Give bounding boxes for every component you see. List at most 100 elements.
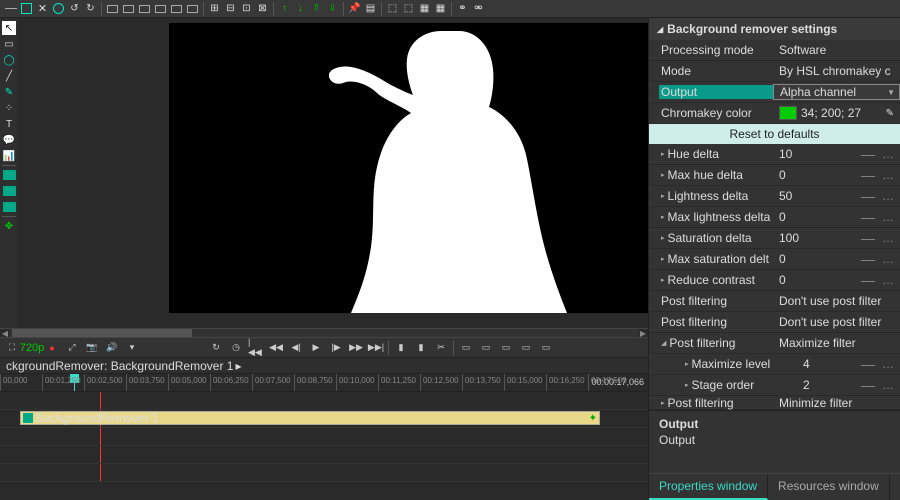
prop-post-filtering[interactable]: ◢Post filteringMaximize filter [649, 333, 900, 354]
prop-post-filtering[interactable]: Post filteringDon't use post filter [649, 291, 900, 312]
camera-icon[interactable]: 📷 [84, 340, 100, 356]
align-right-icon[interactable] [137, 1, 152, 16]
pen-tool-icon[interactable]: ✎ [2, 85, 16, 99]
dropdown-icon[interactable]: ▼ [887, 88, 895, 97]
next-icon[interactable]: ▶▶ [348, 340, 364, 356]
group-icon[interactable]: ⬚ [385, 1, 400, 16]
mark-out-icon[interactable]: ▮ [413, 340, 429, 356]
prop-max-lightness-delta[interactable]: ▸Max lightness delta0—… [649, 207, 900, 228]
dist-c-icon[interactable]: ⊡ [239, 1, 254, 16]
circle-tool-icon[interactable]: ◯ [2, 53, 16, 67]
tool-dash-icon[interactable] [3, 1, 18, 16]
grid2-icon[interactable]: ▦ [433, 1, 448, 16]
breadcrumb[interactable]: ckgroundRemover: BackgroundRemover 1▸ [0, 358, 648, 374]
arrow-up2-icon[interactable]: ⇑ [309, 1, 324, 16]
timeline-clip[interactable]: BackgroundRemover 1 ✦ [20, 411, 600, 425]
link-icon[interactable]: ⚭ [455, 1, 470, 16]
prop-reduce-contrast[interactable]: ▸Reduce contrast0—… [649, 270, 900, 291]
t4-icon[interactable]: ▭ [518, 340, 534, 356]
t1-icon[interactable]: ▭ [458, 340, 474, 356]
preview-scrollbar[interactable]: ◀ ▶ [0, 328, 648, 338]
line-tool-icon[interactable]: ╱ [2, 69, 16, 83]
prop-processing-mode[interactable]: Processing mode Software [649, 40, 900, 61]
align-left-icon[interactable] [105, 1, 120, 16]
prop-hue-delta[interactable]: ▸Hue delta10—… [649, 144, 900, 165]
arrow-down-icon[interactable]: ↓ [293, 1, 308, 16]
prop-maximize-level[interactable]: ▸Maximize level4—… [649, 354, 900, 375]
prop-lightness-delta[interactable]: ▸Lightness delta50—… [649, 186, 900, 207]
arrow-down2-icon[interactable]: ⇓ [325, 1, 340, 16]
clock-icon[interactable]: ◷ [228, 340, 244, 356]
speech-tool-icon[interactable]: 💬 [2, 133, 16, 147]
prop-max-hue-delta[interactable]: ▸Max hue delta0—… [649, 165, 900, 186]
play-icon[interactable]: ▶ [308, 340, 324, 356]
prop-mode[interactable]: Mode By HSL chromakey c [649, 61, 900, 82]
prop-stage-order[interactable]: ▸Stage order2—… [649, 375, 900, 396]
fx1-tool-icon[interactable] [2, 168, 16, 182]
track-row[interactable] [0, 428, 648, 446]
cursor-tool-icon[interactable]: ↖ [2, 21, 16, 35]
t3-icon[interactable]: ▭ [498, 340, 514, 356]
expand-icon[interactable]: ⛶ [4, 340, 20, 356]
layers-icon[interactable]: ▤ [363, 1, 378, 16]
tool-undo-icon[interactable]: ↺ [67, 1, 82, 16]
pin-icon[interactable]: 📌 [347, 1, 362, 16]
align-center-icon[interactable] [121, 1, 136, 16]
arrow-up-icon[interactable]: ↑ [277, 1, 292, 16]
align-top-icon[interactable] [153, 1, 168, 16]
fx2-tool-icon[interactable] [2, 184, 16, 198]
prop-post-filtering[interactable]: Post filteringDon't use post filter [649, 312, 900, 333]
dist-v-icon[interactable]: ⊟ [223, 1, 238, 16]
grid-icon[interactable]: ▦ [417, 1, 432, 16]
tab-properties[interactable]: Properties window [649, 474, 768, 500]
dist-h-icon[interactable]: ⊞ [207, 1, 222, 16]
skip-end-icon[interactable]: ▶▶| [368, 340, 384, 356]
tool-redo-icon[interactable]: ↻ [83, 1, 98, 16]
tool-square-icon[interactable] [19, 1, 34, 16]
prop-saturation-delta[interactable]: ▸Saturation delta100—… [649, 228, 900, 249]
more-icon[interactable]: ▾ [124, 340, 140, 356]
cut-icon[interactable]: ✂ [433, 340, 449, 356]
t2-icon[interactable]: ▭ [478, 340, 494, 356]
prop-post-filtering[interactable]: ▸Post filteringMinimize filter [649, 396, 900, 410]
tool-x-icon[interactable]: ✕ [35, 1, 50, 16]
mark-in-icon[interactable]: ▮ [393, 340, 409, 356]
text-tool-icon[interactable]: T [2, 117, 16, 131]
color-swatch[interactable] [779, 106, 797, 120]
align-mid-icon[interactable] [169, 1, 184, 16]
unlink-icon[interactable]: ⚮ [471, 1, 486, 16]
ungroup-icon[interactable]: ⬚ [401, 1, 416, 16]
reset-button[interactable]: Reset to defaults [649, 124, 900, 144]
skip-start-icon[interactable]: |◀◀ [248, 340, 264, 356]
tool-circle-icon[interactable] [51, 1, 66, 16]
track-row[interactable] [0, 464, 648, 482]
step-back-icon[interactable]: ◀| [288, 340, 304, 356]
prop-chromakey-color[interactable]: Chromakey color 34; 200; 27✎ [649, 103, 900, 124]
tab-resources[interactable]: Resources window [768, 474, 890, 500]
track-row[interactable]: BackgroundRemover 1 ✦ [0, 410, 648, 428]
step-fwd-icon[interactable]: |▶ [328, 340, 344, 356]
edit-icon[interactable]: ✎ [886, 108, 894, 119]
timeline-ruler[interactable]: 00:00:17,066 00,00000:01,25000:02,50000:… [0, 374, 648, 392]
loop-icon[interactable]: ↻ [208, 340, 224, 356]
prop-output[interactable]: Output Alpha channel▼ [649, 82, 900, 103]
panel-header[interactable]: ◢Background remover settings [649, 18, 900, 40]
resolution-label[interactable]: 720p [24, 340, 40, 356]
track-row[interactable] [0, 446, 648, 464]
align-bot-icon[interactable] [185, 1, 200, 16]
prev-icon[interactable]: ◀◀ [268, 340, 284, 356]
fx3-tool-icon[interactable] [2, 200, 16, 214]
scroll-left-icon[interactable]: ◀ [0, 329, 10, 338]
zoom-out-icon[interactable]: ⤢ [64, 340, 80, 356]
chart-tool-icon[interactable]: 📊 [2, 149, 16, 163]
spray-tool-icon[interactable]: ⁘ [2, 101, 16, 115]
t5-icon[interactable]: ▭ [538, 340, 554, 356]
speaker-icon[interactable]: 🔊 [104, 340, 120, 356]
record-icon[interactable]: ● [44, 340, 60, 356]
track-row[interactable] [0, 392, 648, 410]
scroll-thumb[interactable] [12, 329, 192, 337]
rect-tool-icon[interactable]: ▭ [2, 37, 16, 51]
dist-d-icon[interactable]: ⊠ [255, 1, 270, 16]
scroll-right-icon[interactable]: ▶ [638, 329, 648, 338]
move-tool-icon[interactable]: ✥ [2, 219, 16, 233]
